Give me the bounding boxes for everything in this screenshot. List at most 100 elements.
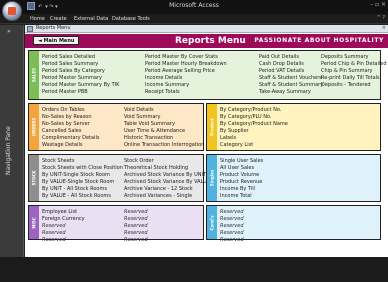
report-link[interactable]: Period Master Hourly Breakdown	[145, 61, 227, 68]
report-link[interactable]: Deposits - Tendered	[321, 82, 387, 89]
report-link[interactable]: Stock Sheets with Close Position	[42, 165, 123, 172]
report-link[interactable]: Income Summary	[145, 82, 227, 89]
report-link[interactable]: By VALUE-Single Stock Room	[42, 179, 123, 186]
navigation-pane[interactable]: » Navigation Pane	[0, 25, 24, 257]
report-link: Reserved	[124, 223, 148, 230]
report-link[interactable]: User Time & Attendance	[124, 128, 204, 135]
close-icon[interactable]: ×	[382, 25, 386, 31]
section-stock: STOCK Stock Sheets Stock Sheets with Clos…	[28, 154, 210, 202]
report-link[interactable]: Table Void Summary	[124, 121, 204, 128]
report-link[interactable]: Period VAT Details	[259, 68, 323, 75]
section-conds: Cond's Reserved Reserved Reserved Reserved R…	[206, 205, 381, 243]
report-link[interactable]: Income By Till	[220, 186, 263, 193]
report-link[interactable]: Wastage Details	[42, 142, 99, 149]
report-link[interactable]: Labels	[220, 135, 288, 142]
report-link[interactable]: By Category/PLU No.	[220, 114, 288, 121]
report-link[interactable]: Period Master Summary By TIK	[42, 82, 119, 89]
report-link[interactable]: Employee List	[42, 209, 85, 216]
report-link[interactable]: No-Sales by Server	[42, 121, 99, 128]
report-link[interactable]: Paid Out Details	[259, 54, 323, 61]
report-link[interactable]: Period Master By Cover Stats	[145, 54, 227, 61]
ribbon-help[interactable]: ^ ?	[377, 15, 385, 21]
report-link[interactable]: By UNIT-Single Stock Room	[42, 172, 123, 179]
report-link[interactable]: Deposits Summary	[321, 54, 387, 61]
nav-toggle-button[interactable]: »	[7, 28, 11, 35]
report-link[interactable]: Period Average Selling Price	[145, 68, 227, 75]
report-link[interactable]: All User Sales	[220, 165, 263, 172]
report-link: Reserved	[124, 237, 148, 244]
report-link[interactable]: Category List	[220, 142, 288, 149]
report-link: Reserved	[124, 230, 148, 237]
tab-create[interactable]: Create	[50, 16, 67, 22]
report-link[interactable]: Historic Transaction	[124, 135, 204, 142]
report-link[interactable]: Archived Variances - Single	[124, 193, 210, 200]
report-link[interactable]: Void Summary	[124, 114, 204, 121]
report-link[interactable]: Receipt Totals	[145, 89, 227, 96]
report-column: Single User Sales All User Sales Product V…	[220, 158, 263, 201]
document-tab[interactable]: Reports Menu ×	[25, 25, 388, 33]
report-link[interactable]: By UNIT - All Stock Rooms	[42, 186, 123, 193]
section-strip: MISC	[29, 206, 39, 239]
report-link[interactable]: Archived Stock Variance By UNIT	[124, 172, 210, 179]
report-link[interactable]: Product Volume	[220, 172, 263, 179]
report-link: Reserved	[42, 230, 66, 237]
report-link[interactable]: Re-print Daily Till Totals	[321, 75, 387, 82]
report-link[interactable]: Product Revenue	[220, 179, 263, 186]
section-orders: ORDERS Orders On Tables No-Sales by Reaso…	[28, 103, 204, 151]
report-link[interactable]: Income Details	[145, 75, 227, 82]
tab-database-tools[interactable]: Database Tools	[112, 16, 150, 22]
report-link[interactable]: Cancelled Sales	[42, 128, 99, 135]
report-column: Reserved Reserved Reserved Reserved Reserved	[220, 209, 244, 244]
report-link[interactable]: Void Details	[124, 107, 204, 114]
report-link[interactable]: Period Master Summary	[42, 75, 119, 82]
report-link[interactable]: Stock Sheets	[42, 158, 123, 165]
report-link[interactable]: No-Sales by Reason	[42, 114, 99, 121]
report-link[interactable]: Cash Drop Details	[259, 61, 323, 68]
section-strip: Product	[207, 104, 217, 150]
section-label: STOCK	[31, 170, 37, 186]
report-link[interactable]: Period Chip & Pin Detailed	[321, 61, 387, 68]
report-link[interactable]: Online Transaction Interrogation	[124, 142, 204, 149]
section-label: Cond's	[209, 215, 215, 230]
report-link[interactable]: Period Sales Detailed	[42, 54, 119, 61]
section-label: SALES	[31, 67, 37, 83]
tab-external-data[interactable]: External Data	[74, 16, 108, 22]
report-link: Reserved	[220, 216, 244, 223]
tagline: PASSIONATE ABOUT HOSPITALITY	[254, 37, 384, 44]
section-strip: SALES	[29, 51, 39, 99]
section-label: Singles	[209, 169, 215, 187]
ribbon-tabs: Home Create External Data Database Tools…	[0, 14, 388, 24]
report-link[interactable]: Income Total	[220, 193, 263, 200]
report-link[interactable]: Archived Stock Variance By VALUE	[124, 179, 210, 186]
report-link[interactable]: Period Master PBB	[42, 89, 119, 96]
window-controls[interactable]: – ▫ ×	[370, 1, 386, 8]
report-column: Orders On Tables No-Sales by Reason No-Sal…	[42, 107, 99, 150]
tab-home[interactable]: Home	[30, 16, 45, 22]
report-link[interactable]: Theoretical Stock Holding	[124, 165, 210, 172]
main-menu-button[interactable]: ◄ Main Menu	[33, 36, 80, 45]
office-logo-icon	[8, 7, 16, 15]
report-link[interactable]: By Category/Product Name	[220, 121, 288, 128]
report-link[interactable]: Orders On Tables	[42, 107, 99, 114]
report-link[interactable]: Staff & Student Summary	[259, 82, 323, 89]
report-link[interactable]: By Supplier	[220, 128, 288, 135]
section-singles: Singles Single User Sales All User Sales P…	[206, 154, 381, 202]
report-link[interactable]: Take-Away Summary	[259, 89, 323, 96]
section-strip: Cond's	[207, 206, 217, 239]
report-link[interactable]: Chip & Pin Summary	[321, 68, 387, 75]
report-link[interactable]: Stock Order	[124, 158, 210, 165]
section-label: Product	[209, 118, 215, 136]
form-icon	[27, 26, 33, 32]
report-link[interactable]: Archive Variance - 12 Stock	[124, 186, 210, 193]
office-button[interactable]	[2, 1, 22, 21]
report-link[interactable]: Staff & Student Vouchers	[259, 75, 323, 82]
report-column: Deposits Summary Period Chip & Pin Detail…	[321, 54, 387, 89]
report-column: Period Master By Cover Stats Period Maste…	[145, 54, 227, 97]
report-link[interactable]: Complimentary Details	[42, 135, 99, 142]
report-link[interactable]: Foreign Currency	[42, 216, 85, 223]
report-link[interactable]: By Category/Product No.	[220, 107, 288, 114]
report-link[interactable]: By VALUE - All Stock Rooms	[42, 193, 123, 200]
report-link[interactable]: Single User Sales	[220, 158, 263, 165]
report-link[interactable]: Period Sales Summary	[42, 61, 119, 68]
report-link[interactable]: Period Sales By Category	[42, 68, 119, 75]
